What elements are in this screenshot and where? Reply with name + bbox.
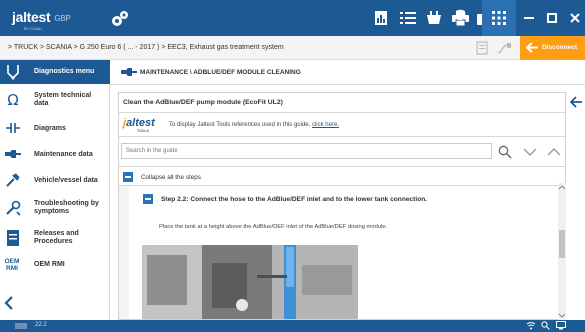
collapse-icon[interactable] [123,172,133,182]
sidebar: Diagnostics menu Ω System technical data… [0,60,110,320]
sidebar-item-label: System technical data [34,92,92,107]
sidebar-item-label: OEM RMI [34,261,65,268]
guide-title: Clean the AdBlue/DEF pump module (EcoFit… [123,99,283,106]
sidebar-item-label: Vehicle/vessel data [34,177,98,184]
chevron-down-icon[interactable] [523,145,537,159]
search-placeholder: Search in the guide [126,148,178,154]
connection-status-icon [476,40,490,58]
oem-rmi-icon: OEM RMI [4,258,20,272]
report-icon[interactable] [371,7,391,29]
gears-icon[interactable] [110,8,130,28]
sidebar-item-oem-rmi[interactable]: OEM RMI OEM RMI [0,252,110,278]
guide-title-row: Clean the AdBlue/DEF pump module (EcoFit… [119,93,565,113]
step-section: Step 2.2: Connect the hose to the AdBlue… [119,186,565,319]
title-bar: jaltest GBP BY COJALI ? [0,0,585,36]
vci-icon [14,321,28,332]
close-button[interactable] [563,0,585,36]
scroll-down-icon[interactable] [558,313,566,319]
monitor-icon [556,321,566,332]
app-logo-sub: BY COJALI [24,26,42,31]
sidebar-item-diagrams[interactable]: Diagrams [0,116,110,140]
chevron-up-icon[interactable] [547,145,561,159]
step-collapse-icon[interactable] [143,194,153,204]
sidebar-item-vehicle-data[interactable]: Vehicle/vessel data [0,168,110,192]
search-input[interactable]: Search in the guide [121,143,492,159]
plug-icon [496,41,512,57]
arrow-left-icon [526,42,538,53]
apps-grid-icon[interactable] [492,11,506,27]
click-here-link[interactable]: click here. [312,122,339,128]
collapse-all-row[interactable]: Collapse all the steps [119,166,565,186]
ohm-icon: Ω [7,91,19,109]
sidebar-item-diagnostics[interactable]: Diagnostics menu [0,60,110,84]
app-logo: jaltest GBP BY COJALI [12,9,71,31]
chevron-left-icon[interactable] [4,296,18,312]
sidebar-item-label: Troubleshooting by symptoms [34,200,99,215]
step-photo [142,245,358,319]
status-bar: 22.2 [0,320,585,332]
sidebar-item-maintenance[interactable]: Maintenance data [0,142,110,166]
version-label: 22.2 [35,322,47,328]
diagnostics-icon [4,63,22,81]
wrench-icon [4,145,22,163]
arrow-left-icon[interactable] [569,96,584,110]
jaltest-tools-logo: jjaltestaltest TOOLS [123,117,155,133]
list-icon[interactable] [398,7,418,29]
sidebar-item-label: Maintenance data [34,151,93,158]
sidebar-item-label: Diagnostics menu [34,68,95,75]
collapse-all-label: Collapse all the steps [141,174,201,181]
tools-row: jjaltestaltest TOOLS To display Jaltest … [119,113,565,137]
scrollbar[interactable] [558,183,566,320]
breadcrumb[interactable]: > TRUCK > SCANIA > G 250 Euro 6 ( ... - … [8,44,284,51]
wrench-icon [120,67,138,79]
scroll-up-icon[interactable] [558,184,566,190]
search-icon [541,321,550,332]
help-and-grid-area: ? [455,0,516,36]
breadcrumb-bar: > TRUCK > SCANIA > G 250 Euro 6 ( ... - … [0,36,585,60]
scrollbar-thumb[interactable] [559,230,565,258]
guide-panel: Clean the AdBlue/DEF pump module (EcoFit… [118,92,566,320]
sidebar-item-system-technical-data[interactable]: Ω System technical data [0,86,110,114]
sidebar-item-label: Releases and Procedures [34,230,79,245]
vehicle-data-icon [4,171,22,189]
search-icon[interactable] [498,145,512,159]
edition-label: GBP [54,13,71,23]
diagram-icon [4,119,22,137]
sidebar-item-label: Diagrams [34,125,66,132]
releases-icon [4,229,22,247]
cart-icon[interactable] [424,7,444,29]
step-text: Place the tank at a height above the AdB… [159,224,388,230]
wifi-icon [526,321,536,332]
maximize-button[interactable] [540,0,563,36]
help-icon[interactable]: ? [455,6,475,30]
main-header: MAINTENANCE \ ADBLUE/DEF MODULE CLEANING [110,60,585,85]
sidebar-item-releases[interactable]: Releases and Procedures [0,224,110,252]
page-title: MAINTENANCE \ ADBLUE/DEF MODULE CLEANING [140,69,301,76]
troubleshooting-icon [4,199,22,217]
tools-message: To display Jaltest Tools references used… [169,122,339,128]
minimize-button[interactable] [517,0,540,36]
step-title: Step 2.2: Connect the hose to the AdBlue… [161,196,428,203]
sidebar-item-troubleshooting[interactable]: Troubleshooting by symptoms [0,194,110,222]
disconnect-button[interactable]: Disconnect [520,36,585,60]
disconnect-label: Disconnect [542,44,578,51]
